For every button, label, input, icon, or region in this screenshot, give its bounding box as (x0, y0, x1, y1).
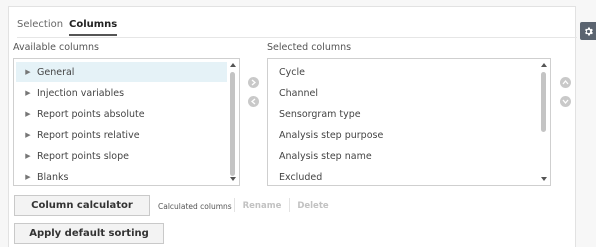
caret-right-icon[interactable]: ▶ (22, 110, 34, 118)
available-item-blanks[interactable]: ▶ Blanks (16, 167, 227, 185)
divider (234, 198, 235, 212)
column-calculator-button[interactable]: Column calculator (14, 195, 150, 216)
available-columns-list[interactable]: ▶ General ▶ Injection variables ▶ Report… (13, 58, 240, 186)
available-item-label: General (37, 66, 75, 78)
available-item-label: Report points slope (37, 150, 129, 162)
available-item-report-points-absolute[interactable]: ▶ Report points absolute (16, 104, 227, 124)
caret-right-icon[interactable]: ▶ (22, 89, 34, 97)
caret-right-icon[interactable]: ▶ (22, 68, 34, 76)
selected-columns-label: Selected columns (267, 42, 352, 53)
selected-item-analysis-step-purpose[interactable]: Analysis step purpose (270, 125, 538, 145)
divider (289, 198, 290, 212)
caret-right-icon[interactable]: ▶ (22, 131, 34, 139)
move-down-button[interactable] (560, 96, 571, 107)
scroll-up-icon[interactable] (230, 63, 236, 67)
calculated-columns-label: Calculated columns (158, 202, 232, 211)
selected-item-analysis-step-name[interactable]: Analysis step name (270, 146, 538, 166)
selected-columns-list[interactable]: Cycle Channel Sensorgram type Analysis s… (267, 58, 551, 186)
rename-button[interactable]: Rename (238, 197, 286, 214)
available-item-label: Report points relative (37, 129, 140, 141)
selected-item-cycle[interactable]: Cycle (270, 62, 538, 82)
move-right-icon (251, 79, 257, 86)
available-item-general[interactable]: ▶ General (16, 62, 227, 82)
move-up-icon (562, 79, 569, 85)
delete-button[interactable]: Delete (293, 197, 333, 214)
available-item-label: Report points absolute (37, 108, 145, 120)
selected-scrollbar[interactable] (539, 60, 549, 184)
available-item-label: Injection variables (37, 87, 125, 99)
available-item-injection-variables[interactable]: ▶ Injection variables (16, 83, 227, 103)
selected-item-channel[interactable]: Channel (270, 83, 538, 103)
scroll-down-icon[interactable] (541, 177, 547, 181)
available-item-label: Blanks (37, 171, 69, 183)
apply-default-sorting-button[interactable]: Apply default sorting (14, 223, 164, 244)
available-columns-label: Available columns (13, 42, 99, 53)
tab-columns[interactable]: Columns (69, 19, 118, 36)
tab-selection[interactable]: Selection (17, 19, 63, 30)
selected-item-sensorgram-type[interactable]: Sensorgram type (270, 104, 538, 124)
tab-divider (17, 37, 577, 38)
settings-button[interactable] (580, 22, 596, 40)
caret-right-icon[interactable]: ▶ (22, 152, 34, 160)
caret-right-icon[interactable]: ▶ (22, 173, 34, 181)
move-right-button[interactable] (248, 77, 259, 88)
move-left-button[interactable] (248, 96, 259, 107)
available-item-report-points-relative[interactable]: ▶ Report points relative (16, 125, 227, 145)
scroll-thumb[interactable] (541, 72, 546, 132)
available-item-report-points-slope[interactable]: ▶ Report points slope (16, 146, 227, 166)
scroll-up-icon[interactable] (541, 63, 547, 67)
move-up-button[interactable] (560, 77, 571, 88)
move-left-icon (250, 98, 256, 105)
scroll-down-icon[interactable] (230, 177, 236, 181)
move-down-icon (562, 99, 569, 105)
selected-item-excluded[interactable]: Excluded (270, 167, 538, 185)
scroll-thumb[interactable] (230, 72, 235, 176)
gear-icon (584, 26, 593, 36)
columns-panel: Selection Columns Available columns ▶ Ge… (8, 6, 577, 247)
available-scrollbar[interactable] (228, 60, 238, 184)
